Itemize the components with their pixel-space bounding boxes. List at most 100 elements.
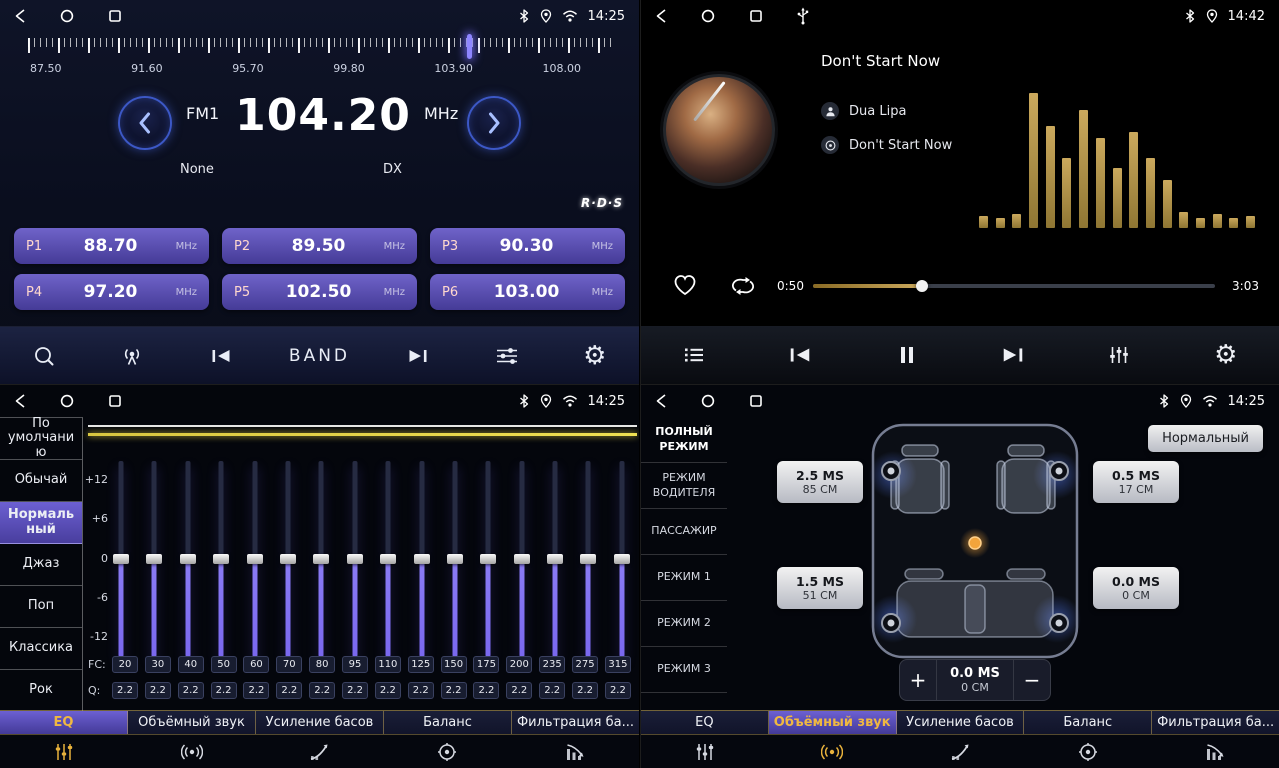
- filter-tab-icon[interactable]: [511, 735, 639, 768]
- balance-tab-icon[interactable]: [383, 735, 511, 768]
- eq-preset-classic[interactable]: Классика: [0, 628, 82, 670]
- eq-preset-normal[interactable]: Нормальный: [0, 502, 82, 544]
- tab-filter[interactable]: Фильтрация ба...: [1152, 711, 1279, 734]
- eq-band-slider[interactable]: [279, 461, 297, 657]
- preset-button[interactable]: P5 102.50 MHz: [222, 274, 417, 310]
- slider-thumb[interactable]: [180, 554, 196, 564]
- eq-band-slider[interactable]: [446, 461, 464, 657]
- settings-gear-icon[interactable]: ⚙: [1206, 342, 1246, 368]
- mode-driver[interactable]: РЕЖИМ ВОДИТЕЛЯ: [641, 463, 727, 509]
- slider-thumb[interactable]: [213, 554, 229, 564]
- tune-settings-icon[interactable]: [487, 346, 527, 366]
- delay-increase-button[interactable]: +: [900, 660, 936, 700]
- seek-previous-icon[interactable]: [201, 348, 241, 364]
- delay-front-left[interactable]: 2.5 MS 85 CM: [777, 461, 863, 503]
- balance-tab-icon[interactable]: [1024, 735, 1152, 768]
- slider-thumb[interactable]: [480, 554, 496, 564]
- nav-home-icon[interactable]: [60, 394, 74, 408]
- progress-bar[interactable]: [813, 284, 1215, 288]
- favorite-heart-icon[interactable]: [673, 274, 697, 300]
- bass-boost-tab-icon[interactable]: [256, 735, 384, 768]
- eq-preset-rock[interactable]: Рок: [0, 670, 82, 712]
- delay-front-right[interactable]: 0.5 MS 17 CM: [1093, 461, 1179, 503]
- mode-passenger[interactable]: ПАССАЖИР: [641, 509, 727, 555]
- tab-bass-boost[interactable]: Усиление басов: [256, 711, 384, 734]
- filter-tab-icon[interactable]: [1151, 735, 1279, 768]
- slider-thumb[interactable]: [380, 554, 396, 564]
- eq-band-slider[interactable]: [179, 461, 197, 657]
- delay-decrease-button[interactable]: −: [1014, 660, 1050, 700]
- surround-tab-icon[interactable]: [769, 735, 897, 768]
- nav-home-icon[interactable]: [701, 394, 715, 408]
- nav-back-icon[interactable]: [14, 394, 26, 408]
- slider-thumb[interactable]: [547, 554, 563, 564]
- eq-band-slider[interactable]: [212, 461, 230, 657]
- slider-thumb[interactable]: [146, 554, 162, 564]
- eq-band-slider[interactable]: [413, 461, 431, 657]
- slider-thumb[interactable]: [414, 554, 430, 564]
- slider-thumb[interactable]: [280, 554, 296, 564]
- eq-band-slider[interactable]: [346, 461, 364, 657]
- eq-band-slider[interactable]: [613, 461, 631, 657]
- eq-preset-jazz[interactable]: Джаз: [0, 544, 82, 586]
- nav-recents-icon[interactable]: [749, 394, 763, 408]
- scan-icon[interactable]: [24, 345, 64, 367]
- settings-gear-icon[interactable]: ⚙: [575, 343, 615, 369]
- mode-full[interactable]: ПОЛНЫЙ РЕЖИМ: [641, 417, 727, 463]
- slider-thumb[interactable]: [113, 554, 129, 564]
- mode-1[interactable]: РЕЖИМ 1: [641, 555, 727, 601]
- band-button[interactable]: BAND: [289, 346, 350, 366]
- next-track-icon[interactable]: [993, 346, 1033, 364]
- equalizer-mixer-icon[interactable]: [1099, 345, 1139, 365]
- slider-thumb[interactable]: [313, 554, 329, 564]
- tune-up-button[interactable]: [467, 96, 521, 150]
- nav-back-icon[interactable]: [655, 394, 667, 408]
- tune-down-button[interactable]: [118, 96, 172, 150]
- eq-tab-icon[interactable]: [0, 735, 128, 768]
- playlist-icon[interactable]: [674, 346, 714, 364]
- preset-button[interactable]: P1 88.70 MHz: [14, 228, 209, 264]
- stage-preset-badge[interactable]: Нормальный: [1148, 425, 1263, 452]
- previous-track-icon[interactable]: [780, 346, 820, 364]
- slider-thumb[interactable]: [614, 554, 630, 564]
- mode-3[interactable]: РЕЖИМ 3: [641, 647, 727, 693]
- nav-back-icon[interactable]: [14, 9, 26, 23]
- preset-button[interactable]: P4 97.20 MHz: [14, 274, 209, 310]
- tab-balance[interactable]: Баланс: [384, 711, 512, 734]
- slider-thumb[interactable]: [514, 554, 530, 564]
- eq-band-slider[interactable]: [546, 461, 564, 657]
- eq-band-slider[interactable]: [379, 461, 397, 657]
- eq-band-slider[interactable]: [246, 461, 264, 657]
- tab-eq[interactable]: EQ: [0, 711, 128, 734]
- preset-button[interactable]: P3 90.30 MHz: [430, 228, 625, 264]
- preset-button[interactable]: P6 103.00 MHz: [430, 274, 625, 310]
- nav-home-icon[interactable]: [701, 9, 715, 23]
- tab-balance[interactable]: Баланс: [1024, 711, 1152, 734]
- delay-rear-left[interactable]: 1.5 MS 51 CM: [777, 567, 863, 609]
- delay-rear-right[interactable]: 0.0 MS 0 CM: [1093, 567, 1179, 609]
- frequency-scale[interactable]: [28, 38, 613, 56]
- nav-home-icon[interactable]: [60, 9, 74, 23]
- slider-thumb[interactable]: [447, 554, 463, 564]
- nav-back-icon[interactable]: [655, 9, 667, 23]
- broadcast-icon[interactable]: [112, 346, 152, 366]
- eq-tab-icon[interactable]: [641, 735, 769, 768]
- tab-surround[interactable]: Объёмный звук: [128, 711, 256, 734]
- eq-band-slider[interactable]: [513, 461, 531, 657]
- tab-filter[interactable]: Фильтрация ба...: [512, 711, 639, 734]
- slider-thumb[interactable]: [247, 554, 263, 564]
- eq-band-slider[interactable]: [312, 461, 330, 657]
- mode-2[interactable]: РЕЖИМ 2: [641, 601, 727, 647]
- tab-bass-boost[interactable]: Усиление басов: [897, 711, 1025, 734]
- surround-tab-icon[interactable]: [128, 735, 256, 768]
- progress-knob[interactable]: [916, 280, 928, 292]
- repeat-icon[interactable]: [731, 276, 755, 300]
- eq-band-slider[interactable]: [145, 461, 163, 657]
- eq-preset-pop[interactable]: Поп: [0, 586, 82, 628]
- slider-thumb[interactable]: [580, 554, 596, 564]
- eq-band-slider[interactable]: [579, 461, 597, 657]
- eq-band-slider[interactable]: [479, 461, 497, 657]
- eq-preset-custom[interactable]: Обычай: [0, 460, 82, 502]
- bass-boost-tab-icon[interactable]: [896, 735, 1024, 768]
- eq-band-slider[interactable]: [112, 461, 130, 657]
